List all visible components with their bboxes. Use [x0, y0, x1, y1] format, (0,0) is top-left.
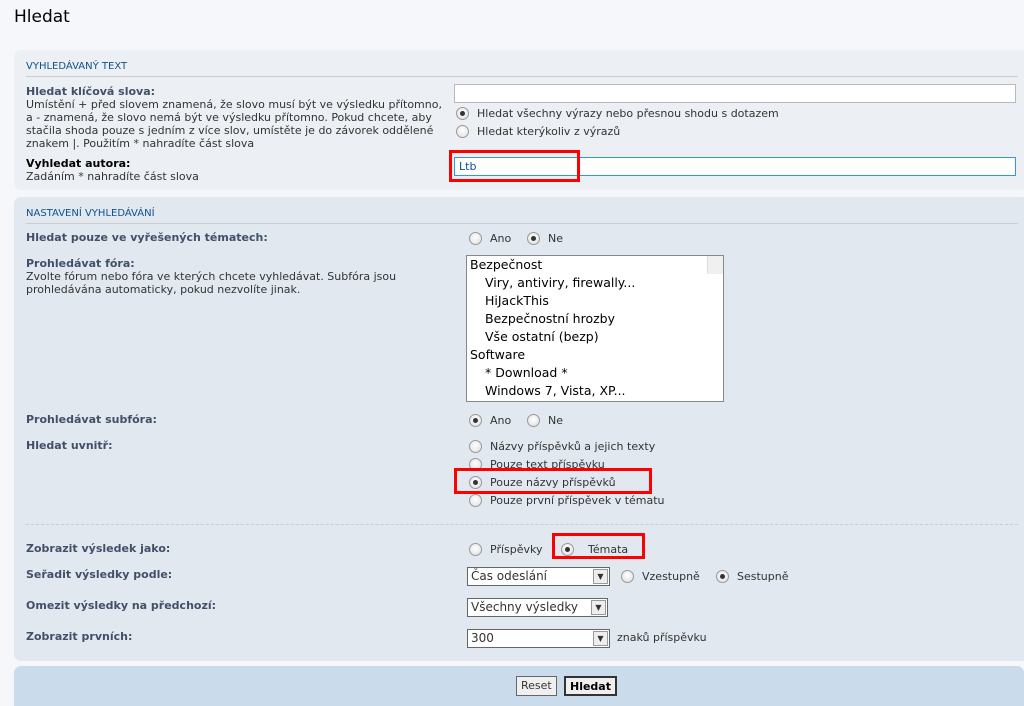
- divider: [26, 524, 1018, 525]
- chars-suffix: znaků příspěvku: [617, 631, 707, 644]
- chars-label: Zobrazit prvních:: [26, 630, 133, 643]
- display-label: Zobrazit výsledek jako:: [26, 542, 171, 555]
- sort-desc-radio[interactable]: Sestupně: [716, 569, 789, 583]
- solved-no-radio[interactable]: Ne: [527, 231, 563, 245]
- scrollbar[interactable]: [707, 256, 723, 274]
- forums-listbox[interactable]: Bezpečnost Viry, antiviry, firewally... …: [466, 255, 724, 402]
- terms-all-radio[interactable]: Hledat všechny výrazy nebo přesnou shodu…: [456, 106, 779, 120]
- highlight-box: [552, 533, 645, 559]
- author-help: Zadáním * nahradíte část slova: [26, 170, 199, 183]
- search-button[interactable]: Hledat: [564, 676, 617, 696]
- subforums-yes-radio[interactable]: Ano: [469, 413, 511, 427]
- chevron-down-icon: ▼: [593, 569, 608, 584]
- radio-icon: [527, 413, 540, 427]
- list-item[interactable]: Bezpečnostní hrozby: [467, 310, 723, 328]
- within-radio-0[interactable]: Názvy příspěvků a jejich texty: [469, 439, 655, 453]
- list-item[interactable]: Viry, antiviry, firewally...: [467, 274, 723, 292]
- search-text-legend: VYHLEDÁVANÝ TEXT: [26, 61, 1018, 77]
- options-legend: NASTAVENÍ VYHLEDÁVÁNÍ: [26, 208, 1018, 224]
- forums-help: Zvolte fórum nebo fóra ve kterých chcete…: [26, 270, 397, 296]
- radio-icon: [456, 124, 469, 138]
- highlight-box: [449, 150, 580, 182]
- radio-checked-icon: [716, 569, 729, 583]
- radio-icon: [469, 542, 482, 556]
- list-item[interactable]: Vše ostatní (bezp): [467, 328, 723, 346]
- radio-checked-icon: [469, 413, 482, 427]
- chars-select[interactable]: 300 ▼: [467, 629, 610, 648]
- within-radio-3[interactable]: Pouze první příspěvek v tématu: [469, 493, 665, 507]
- list-item[interactable]: HiJackThis: [467, 292, 723, 310]
- sort-label: Seřadit výsledky podle:: [26, 568, 173, 581]
- radio-icon: [621, 569, 634, 583]
- keywords-input[interactable]: [454, 84, 1016, 103]
- page-title: Hledat: [14, 7, 70, 27]
- list-item[interactable]: Windows 7, Vista, XP...: [467, 382, 723, 400]
- list-item[interactable]: * Download *: [467, 364, 723, 382]
- radio-icon: [469, 231, 482, 245]
- solved-label: Hledat pouze ve vyřešených tématech:: [26, 231, 268, 244]
- subforums-no-radio[interactable]: Ne: [527, 413, 563, 427]
- forums-label: Prohledávat fóra:: [26, 257, 135, 270]
- keywords-help: Umístění + před slovem znamená, že slovo…: [26, 98, 442, 150]
- within-label: Hledat uvnitř:: [26, 439, 113, 452]
- sort-select[interactable]: Čas odeslání ▼: [467, 567, 610, 586]
- limit-select[interactable]: Všechny výsledky ▼: [467, 598, 608, 617]
- highlight-box: [454, 468, 652, 494]
- chevron-down-icon: ▼: [591, 600, 606, 615]
- radio-checked-icon: [527, 231, 540, 245]
- author-label: Vyhledat autora:: [26, 157, 131, 170]
- list-item[interactable]: Software: [467, 346, 723, 364]
- radio-icon: [469, 439, 482, 453]
- limit-label: Omezit výsledky na předchozí:: [26, 599, 217, 612]
- subforums-label: Prohledávat subfóra:: [26, 413, 157, 426]
- solved-yes-radio[interactable]: Ano: [469, 231, 511, 245]
- list-item[interactable]: Bezpečnost: [467, 256, 723, 274]
- reset-button[interactable]: Reset: [516, 676, 557, 696]
- keywords-label: Hledat klíčová slova:: [26, 85, 156, 98]
- radio-checked-icon: [456, 106, 469, 120]
- display-posts-radio[interactable]: Příspěvky: [469, 542, 543, 556]
- sort-asc-radio[interactable]: Vzestupně: [621, 569, 700, 583]
- radio-icon: [469, 493, 482, 507]
- terms-any-radio[interactable]: Hledat kterýkoliv z výrazů: [456, 124, 620, 138]
- chevron-down-icon: ▼: [593, 631, 608, 646]
